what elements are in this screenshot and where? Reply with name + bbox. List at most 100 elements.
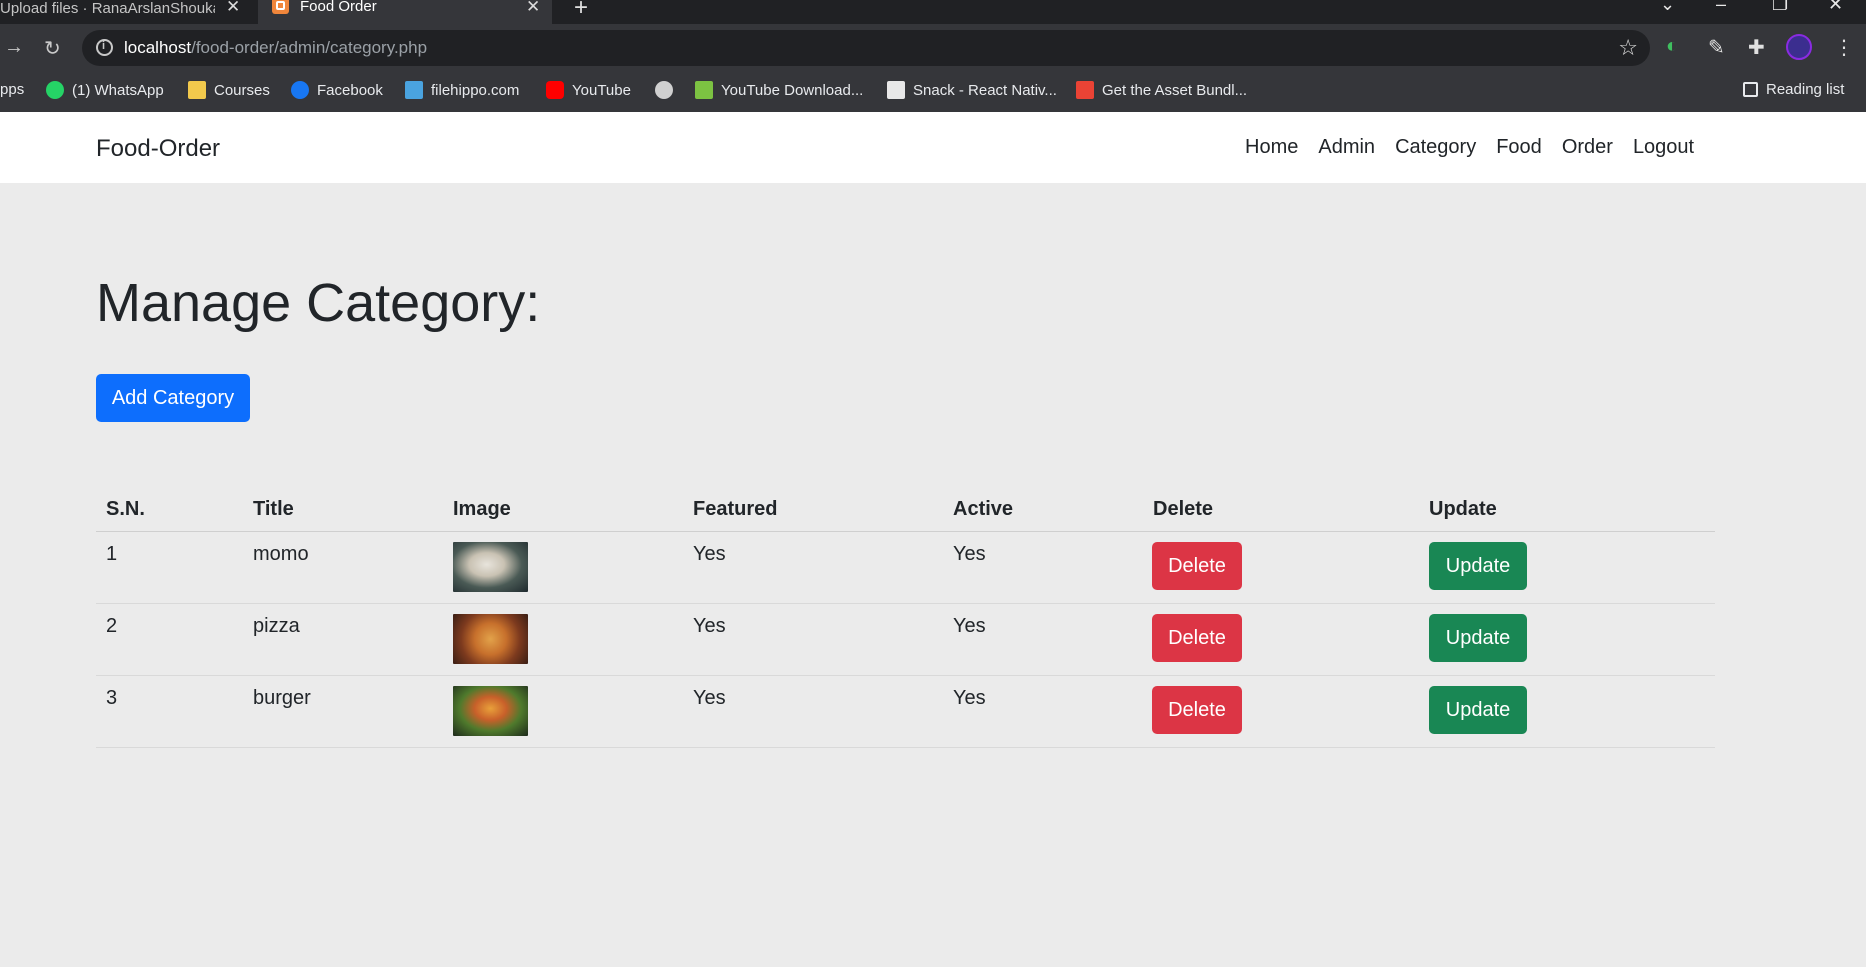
courses-icon — [188, 81, 206, 99]
tab-food-order[interactable]: Food Order ✕ — [258, 0, 552, 24]
pizza-thumbnail — [453, 614, 528, 664]
bookmark-asset-bundle[interactable]: Get the Asset Bundl... — [1076, 81, 1247, 99]
browser-chrome: Upload files · RanaArslanShoukat ✕ Food … — [0, 0, 1866, 112]
tab-title: Food Order — [300, 0, 377, 15]
burger-thumbnail — [453, 686, 528, 736]
bookmark-label: YouTube — [572, 81, 631, 99]
table-row: 1 momo Yes Yes Delete Update — [96, 532, 1715, 603]
close-icon[interactable]: ✕ — [526, 0, 540, 15]
column-header-title: Title — [253, 498, 294, 520]
cell-title: burger — [253, 687, 311, 709]
bookmark-apps[interactable]: Apps — [0, 81, 24, 98]
bookmark-label: (1) WhatsApp — [72, 81, 164, 99]
cell-sn: 3 — [106, 687, 118, 709]
cell-sn: 2 — [106, 615, 118, 637]
new-tab-icon[interactable]: + — [574, 0, 588, 22]
bookmark-filehippo[interactable]: filehippo.com — [405, 81, 519, 99]
bookmark-label: Facebook — [317, 81, 383, 99]
column-header-active: Active — [953, 498, 1014, 520]
cell-active: Yes — [953, 615, 986, 637]
table-row: 2 pizza Yes Yes Delete Update — [96, 604, 1715, 675]
delete-button[interactable]: Delete — [1152, 614, 1242, 662]
bookmark-star-icon[interactable]: ☆ — [1618, 35, 1638, 61]
nav-links: Home Admin Category Food Order Logout — [1245, 136, 1694, 159]
page-title: Manage Category: — [96, 273, 541, 333]
table-row: 3 burger Yes Yes Delete Update — [96, 676, 1715, 747]
browser-toolbar: → ↻ localhost/food-order/admin/category.… — [0, 24, 1866, 72]
delete-button[interactable]: Delete — [1152, 686, 1242, 734]
forward-icon[interactable]: → — [4, 36, 24, 59]
tab-strip: Upload files · RanaArslanShoukat ✕ Food … — [0, 0, 1866, 24]
column-header-update: Update — [1429, 498, 1497, 520]
site-navbar: Food-Order Home Admin Category Food Orde… — [0, 112, 1866, 183]
puzzle-icon[interactable]: ✚ — [1748, 35, 1765, 60]
reload-icon[interactable]: ↻ — [44, 36, 61, 61]
tab-upload-files[interactable]: Upload files · RanaArslanShoukat ✕ — [0, 0, 255, 24]
update-button[interactable]: Update — [1429, 614, 1527, 662]
globe-icon — [655, 81, 673, 99]
momo-thumbnail — [453, 542, 528, 592]
menu-icon[interactable]: ⋮ — [1834, 35, 1854, 60]
column-header-image: Image — [453, 498, 511, 520]
update-button[interactable]: Update — [1429, 686, 1527, 734]
close-icon[interactable]: ✕ — [226, 0, 240, 15]
whatsapp-icon — [46, 81, 64, 99]
bookmark-label: Snack - React Nativ... — [913, 81, 1057, 99]
youtube-icon — [546, 81, 564, 99]
snack-icon — [887, 81, 905, 99]
bookmark-facebook[interactable]: Facebook — [291, 81, 383, 99]
restore-icon[interactable]: ❐ — [1772, 0, 1788, 15]
nav-link-category[interactable]: Category — [1395, 136, 1476, 159]
tab-search-icon[interactable]: ⌄ — [1660, 0, 1675, 15]
row-divider — [96, 747, 1715, 748]
facebook-icon — [291, 81, 309, 99]
cell-title: pizza — [253, 615, 300, 637]
update-button[interactable]: Update — [1429, 542, 1527, 590]
bookmark-label: YouTube Download... — [721, 81, 864, 99]
column-header-delete: Delete — [1153, 498, 1214, 520]
window-close-icon[interactable]: ✕ — [1828, 0, 1843, 15]
cell-active: Yes — [953, 543, 986, 565]
bookmark-youtube-downloader[interactable]: YouTube Download... — [695, 81, 863, 99]
download-icon — [695, 81, 713, 99]
pen-extension-icon[interactable]: ✎ — [1708, 35, 1725, 60]
cell-active: Yes — [953, 687, 986, 709]
column-header-featured: Featured — [693, 498, 778, 520]
nav-link-logout[interactable]: Logout — [1633, 136, 1694, 159]
delete-button[interactable]: Delete — [1152, 542, 1242, 590]
minimize-icon[interactable]: – — [1716, 0, 1726, 15]
favicon-icon — [272, 0, 289, 14]
extension-icon[interactable]: ◐ — [1666, 35, 1678, 58]
profile-avatar[interactable] — [1786, 34, 1812, 60]
add-category-button[interactable]: Add Category — [96, 374, 250, 422]
brand-logo[interactable]: Food-Order — [96, 135, 220, 163]
bookmark-label: Courses — [214, 81, 270, 99]
nav-link-food[interactable]: Food — [1496, 136, 1542, 159]
address-bar[interactable]: localhost/food-order/admin/category.php … — [82, 30, 1650, 66]
bookmark-whatsapp[interactable]: (1) WhatsApp — [46, 81, 164, 99]
gmail-icon — [1076, 81, 1094, 99]
bookmarks-bar: Apps (1) WhatsApp Courses Facebook fileh… — [0, 72, 1866, 112]
bookmark-youtube[interactable]: YouTube — [546, 81, 631, 99]
bookmark-label: filehippo.com — [431, 81, 520, 99]
reading-list-label: Reading list — [1766, 81, 1845, 98]
bookmark-snack[interactable]: Snack - React Nativ... — [887, 81, 1057, 99]
nav-link-admin[interactable]: Admin — [1318, 136, 1375, 159]
cell-featured: Yes — [693, 687, 726, 709]
site-info-icon[interactable] — [96, 39, 113, 56]
reading-list-button[interactable]: Reading list — [1743, 81, 1844, 98]
cell-title: momo — [253, 543, 309, 565]
cell-featured: Yes — [693, 543, 726, 565]
bookmark-label: Apps — [0, 81, 25, 98]
url-text[interactable]: localhost/food-order/admin/category.php — [124, 38, 427, 58]
cell-featured: Yes — [693, 615, 726, 637]
bookmark-courses[interactable]: Courses — [188, 81, 270, 99]
column-header-sn: S.N. — [106, 498, 145, 520]
reading-list-icon — [1743, 82, 1758, 97]
filehippo-icon — [405, 81, 423, 99]
bookmark-globe[interactable] — [655, 81, 681, 99]
nav-link-home[interactable]: Home — [1245, 136, 1298, 159]
bookmark-label: Get the Asset Bundl... — [1102, 81, 1248, 99]
tab-title: Upload files · RanaArslanShoukat — [0, 0, 215, 17]
nav-link-order[interactable]: Order — [1562, 136, 1613, 159]
